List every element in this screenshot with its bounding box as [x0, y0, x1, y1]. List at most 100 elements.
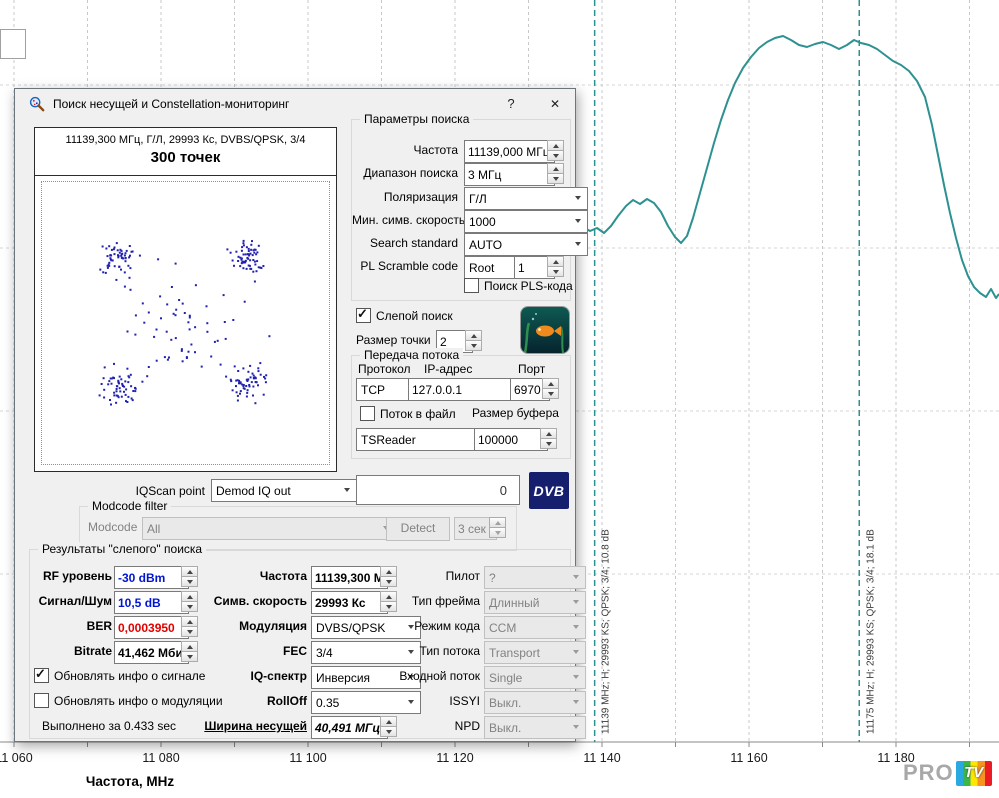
constellation-dot — [139, 255, 141, 257]
issyi-select: Выкл. — [484, 691, 586, 714]
constellation-dot — [103, 397, 105, 399]
constellation-dot — [247, 389, 249, 391]
dialog-titlebar[interactable]: Поиск несущей и Constellation-мониторинг — [15, 89, 575, 119]
constellation-dot — [220, 364, 222, 366]
constellation-dot — [206, 305, 208, 307]
constellation-dot — [128, 256, 130, 258]
constellation-dot — [107, 383, 109, 385]
stream-type-select: Transport — [484, 641, 586, 664]
constellation-dot — [175, 337, 177, 339]
constellation-dot — [99, 394, 101, 396]
elapsed-time-text: Выполнено за 0.433 sec — [42, 716, 176, 737]
constellation-dot — [238, 256, 240, 258]
clipped-ui-fragment — [0, 29, 26, 59]
constellation-dot — [250, 244, 252, 246]
constellation-dot — [105, 272, 107, 274]
result-frequency-label: Частота — [198, 566, 307, 587]
constellation-dot — [253, 375, 255, 377]
search-range-spinner[interactable] — [547, 163, 564, 184]
constellation-dot — [114, 247, 116, 249]
constellation-dot — [255, 253, 257, 255]
ber-spinner[interactable] — [181, 616, 198, 637]
constellation-search-icon — [29, 96, 45, 112]
checkbox-box — [464, 278, 479, 293]
constellation-dot — [217, 340, 219, 342]
snr-value[interactable]: 10,5 dB — [114, 591, 189, 614]
ber-value[interactable]: 0,0003950 — [114, 616, 189, 639]
frame-type-label: Тип фрейма — [392, 591, 480, 612]
constellation-dot — [254, 261, 256, 263]
dot-size-spinner[interactable] — [465, 330, 482, 351]
constellation-dot — [141, 381, 143, 383]
frequency-input[interactable]: 11139,000 МГц — [464, 140, 555, 163]
reader-select[interactable]: TSReader — [356, 428, 492, 451]
bitrate-spinner[interactable] — [181, 641, 198, 662]
bitrate-value[interactable]: 41,462 Мби — [114, 641, 189, 664]
constellation-dot — [121, 253, 123, 255]
constellation-dot — [256, 270, 258, 272]
constellation-dot — [121, 396, 123, 398]
constellation-dot — [252, 271, 254, 273]
constellation-dot — [148, 312, 150, 314]
constellation-dot — [125, 394, 127, 396]
constellation-dot — [233, 265, 235, 267]
min-symrate-select[interactable]: 1000 — [464, 210, 588, 233]
constellation-dot — [251, 381, 253, 383]
constellation-dot — [260, 374, 262, 376]
update-signal-info-checkbox[interactable]: Обновлять инфо о сигнале — [34, 668, 205, 683]
carrier-width-value[interactable]: 40,491 МГц — [311, 716, 388, 739]
x-tick-label: 11 120 — [436, 751, 473, 765]
constellation-dot — [245, 260, 247, 262]
constellation-dot — [237, 260, 239, 262]
symrate-value[interactable]: 29993 Кс — [311, 591, 388, 614]
result-frequency-value[interactable]: 11139,300 МГ — [311, 566, 388, 589]
buffer-size-input[interactable]: 100000 — [474, 428, 548, 451]
constellation-dot — [237, 395, 239, 397]
symrate-label: Симв. скорость — [198, 591, 307, 612]
constellation-dot — [195, 284, 197, 286]
close-button[interactable]: ✕ — [539, 91, 571, 117]
buffer-size-spinner[interactable] — [540, 428, 557, 449]
constellation-dot — [175, 314, 177, 316]
constellation-dot — [127, 331, 129, 333]
constellation-dot — [188, 351, 190, 353]
constellation-dot — [105, 248, 107, 250]
constellation-dot — [248, 253, 250, 255]
checkbox-label: Поиск PLS-кода — [484, 279, 573, 293]
constellation-dot — [182, 303, 184, 305]
constellation-dot — [160, 317, 162, 319]
blind-search-checkbox[interactable]: Слепой поиск — [356, 308, 453, 323]
polarization-select[interactable]: Г/Л — [464, 187, 588, 210]
snr-spinner[interactable] — [181, 591, 198, 612]
constellation-dot — [194, 351, 196, 353]
constellation-dot — [99, 269, 101, 271]
rf-level-spinner[interactable] — [181, 566, 198, 587]
constellation-dot — [232, 389, 234, 391]
iqscan-select[interactable]: Demod IQ out — [211, 479, 357, 502]
frequency-spinner[interactable] — [547, 140, 564, 161]
search-range-input[interactable]: 3 МГц — [464, 163, 555, 186]
constellation-dot — [187, 321, 189, 323]
rf-level-label: RF уровень — [30, 566, 112, 587]
constellation-panel: 11139,300 МГц, Г/Л, 29993 Кс, DVBS/QPSK,… — [34, 127, 337, 472]
constellation-dot — [241, 246, 243, 248]
constellation-dot — [125, 257, 127, 259]
stream-to-file-checkbox[interactable]: Поток в файл — [360, 406, 456, 421]
rf-level-value[interactable]: -30 dBm — [114, 566, 189, 589]
constellation-dot — [171, 286, 173, 288]
search-standard-select[interactable]: AUTO — [464, 233, 588, 256]
ip-input[interactable]: 127.0.0.1 — [408, 378, 514, 401]
constellation-dot — [104, 366, 106, 368]
help-button[interactable]: ? — [493, 91, 529, 117]
port-spinner[interactable] — [542, 378, 559, 399]
constellation-dot — [119, 376, 121, 378]
pls-search-checkbox[interactable]: Поиск PLS-кода — [464, 278, 573, 293]
update-modulation-info-checkbox[interactable]: Обновлять инфо о модуляции — [34, 693, 223, 708]
constellation-dot — [156, 329, 158, 331]
constellation-dot — [170, 339, 172, 341]
pl-scramble-code-spinner[interactable] — [547, 256, 564, 277]
constellation-dot — [189, 315, 191, 317]
constellation-dot — [126, 368, 128, 370]
constellation-dot — [127, 396, 129, 398]
constellation-dot — [116, 385, 118, 387]
